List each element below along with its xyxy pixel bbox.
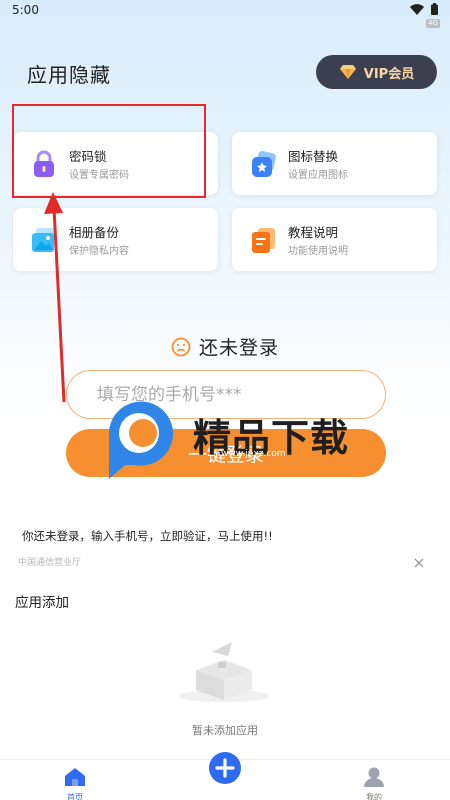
status-time: 5:00: [12, 3, 39, 17]
network-badge: 4G: [426, 19, 440, 28]
card-title: 教程说明: [288, 225, 339, 240]
section-title: 应用添加: [15, 595, 69, 611]
empty-state-text: 暂未添加应用: [192, 724, 258, 737]
one-click-login-button[interactable]: 一键登录: [66, 429, 386, 477]
card-album-backup[interactable]: 相册备份 保护隐私内容: [13, 208, 218, 271]
card-password-lock[interactable]: 密码锁 设置专属密码: [13, 132, 218, 195]
diamond-icon: [339, 65, 356, 79]
phone-input[interactable]: [66, 370, 386, 419]
lock-icon: [34, 150, 54, 177]
vip-label: VIP会员: [363, 66, 415, 82]
nav-home-label: 首页: [67, 793, 83, 800]
vip-button[interactable]: VIP会员: [316, 55, 437, 89]
nav-home[interactable]: 首页: [60, 764, 90, 800]
card-subtitle: 保护隐私内容: [69, 246, 129, 257]
empty-box-illustration: [178, 642, 270, 702]
battery-icon: [431, 3, 438, 15]
card-title: 图标替换: [288, 149, 339, 164]
card-subtitle: 设置专属密码: [69, 170, 129, 181]
tutorial-doc-icon: [252, 228, 275, 253]
nav-mine-label: 我的: [366, 793, 382, 800]
app-icon-replace-icon: [252, 151, 276, 177]
card-subtitle: 功能使用说明: [288, 246, 348, 257]
home-icon: [65, 768, 85, 786]
carrier-text: 中国通信营业厅: [18, 558, 82, 568]
page-title: 应用隐藏: [27, 63, 111, 87]
card-title: 相册备份: [69, 225, 120, 240]
wifi-icon: [410, 4, 424, 15]
card-title: 密码锁: [69, 149, 107, 164]
plus-icon: [215, 758, 235, 778]
user-icon: [364, 767, 384, 787]
login-status-text: 还未登录: [198, 337, 279, 359]
photo-album-icon: [32, 228, 56, 252]
sad-face-icon: [171, 337, 191, 356]
card-icon-replace[interactable]: 图标替换 设置应用图标: [232, 132, 437, 195]
add-app-button[interactable]: [209, 752, 241, 784]
nav-mine[interactable]: 我的: [359, 764, 389, 800]
login-status: 还未登录: [0, 333, 450, 360]
card-subtitle: 设置应用图标: [288, 170, 348, 181]
status-bar: 5:00 4G: [0, 0, 450, 28]
promo-message: 你还未登录，输入手机号，立即验证，马上使用!!: [22, 529, 273, 543]
card-tutorial[interactable]: 教程说明 功能使用说明: [232, 208, 437, 271]
close-icon[interactable]: [413, 557, 425, 569]
